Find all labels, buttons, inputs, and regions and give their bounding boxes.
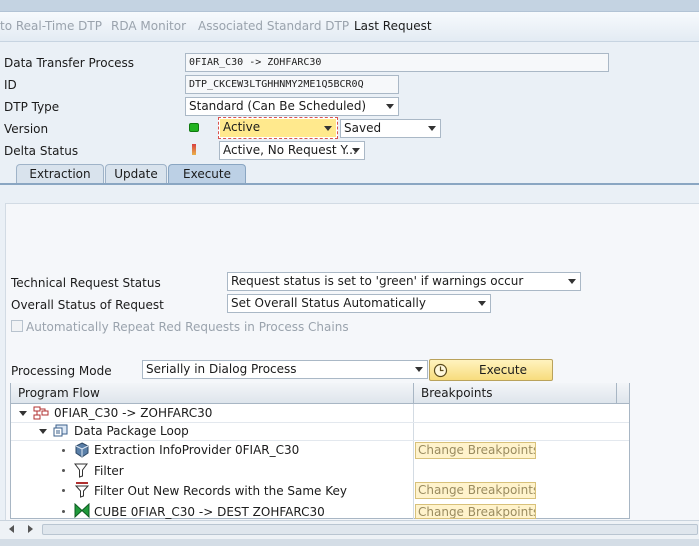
dtp-type-label: DTP Type	[4, 100, 60, 114]
tech-status-value: Request status is set to 'green' if warn…	[231, 274, 524, 288]
toolbar-associated-standard-dtp[interactable]: Associated Standard DTP	[198, 19, 349, 33]
overall-status-value: Set Overall Status Automatically	[231, 296, 426, 310]
tree-row-label: Filter Out New Records with the Same Key	[94, 484, 348, 498]
chevron-down-icon	[568, 279, 576, 284]
table-row[interactable]: Data Package Loop	[11, 423, 413, 440]
version-save-dropdown[interactable]: Saved	[340, 119, 441, 138]
toolbar-rda-monitor[interactable]: RDA Monitor	[111, 19, 186, 33]
delta-status-label: Delta Status	[4, 144, 79, 158]
processing-mode-value: Serially in Dialog Process	[146, 362, 297, 376]
scroll-right-icon[interactable]	[28, 525, 33, 533]
process-icon	[33, 406, 49, 420]
dtp-field: 0FIAR_C30 -> ZOHFARC30	[185, 53, 609, 72]
toolbar-last-request[interactable]: Last Request	[354, 19, 432, 33]
id-field: DTP_CKCEW3LTGHHNMY2ME1Q5BCR0Q	[185, 75, 399, 94]
overall-status-dropdown[interactable]: Set Overall Status Automatically	[227, 294, 491, 313]
tech-status-label: Technical Request Status	[11, 276, 161, 290]
column-header-filler	[616, 383, 629, 404]
table-row[interactable]: Filter Out New Records with the Same Key	[11, 482, 413, 500]
version-value: Active	[223, 120, 261, 134]
id-label: ID	[4, 78, 17, 92]
title-strip	[0, 0, 699, 12]
transformation-icon	[74, 503, 90, 518]
expand-arrow-icon[interactable]	[19, 411, 27, 416]
tab-execute[interactable]: Execute	[168, 164, 246, 184]
status-green-icon	[189, 123, 199, 132]
execute-button-label: Execute	[479, 363, 527, 377]
status-strip	[0, 539, 699, 546]
auto-repeat-label: Automatically Repeat Red Requests in Pro…	[26, 320, 349, 334]
tree-bullet	[62, 449, 65, 452]
tab-extraction[interactable]: Extraction	[16, 164, 104, 184]
version-dropdown[interactable]: Active	[218, 117, 338, 139]
chevron-down-icon	[386, 104, 394, 109]
chevron-down-icon	[428, 126, 436, 131]
tree-row-label: 0FIAR_C30 -> ZOHFARC30	[54, 406, 213, 420]
processing-mode-label: Processing Mode	[11, 364, 112, 378]
table-row[interactable]: Filter	[11, 462, 413, 480]
expand-arrow-icon[interactable]	[39, 429, 47, 434]
tree-row-label: Filter	[94, 464, 124, 478]
row-divider	[11, 440, 629, 441]
tech-status-dropdown[interactable]: Request status is set to 'green' if warn…	[227, 272, 581, 291]
loop-icon	[53, 424, 68, 437]
chevron-down-icon	[478, 301, 486, 306]
version-save-value: Saved	[344, 121, 382, 135]
tree-bullet	[62, 510, 65, 513]
table-row[interactable]: 0FIAR_C30 -> ZOHFARC30	[11, 405, 413, 422]
delta-indicator-icon	[192, 144, 196, 155]
version-label: Version	[4, 122, 49, 136]
table-row[interactable]: Extraction InfoProvider 0FIAR_C30	[11, 442, 413, 460]
chevron-down-icon	[415, 367, 423, 372]
tab-divider	[0, 183, 699, 185]
scrollbar-thumb[interactable]	[42, 524, 698, 535]
filter-key-icon	[74, 482, 90, 498]
table-row[interactable]: CUBE 0FIAR_C30 -> DEST ZOHFARC30	[11, 503, 413, 519]
scroll-left-icon[interactable]	[9, 525, 14, 533]
application-toolbar	[0, 12, 699, 42]
toolbar-realtime-dtp[interactable]: to Real-Time DTP	[0, 19, 102, 33]
column-header-breakpoints[interactable]: Breakpoints	[413, 383, 616, 404]
cube-icon	[75, 442, 89, 458]
filter-icon	[74, 463, 88, 478]
auto-repeat-checkbox[interactable]	[11, 320, 23, 332]
delta-status-dropdown[interactable]: Active, No Request Y...	[219, 141, 365, 160]
chevron-down-icon	[352, 148, 360, 153]
change-breakpoints-button[interactable]: Change Breakpoints	[415, 504, 536, 519]
dtp-type-dropdown[interactable]: Standard (Can Be Scheduled)	[185, 97, 399, 116]
tree-row-label: Data Package Loop	[74, 424, 189, 438]
change-breakpoints-button[interactable]: Change Breakpoints	[415, 482, 536, 499]
change-breakpoints-button[interactable]: Change Breakpoints	[415, 442, 536, 459]
execute-button[interactable]: Execute	[429, 359, 553, 381]
dtp-label: Data Transfer Process	[4, 56, 135, 70]
tree-row-label: CUBE 0FIAR_C30 -> DEST ZOHFARC30	[94, 505, 325, 519]
dtp-type-value: Standard (Can Be Scheduled)	[189, 99, 367, 113]
overall-status-label: Overall Status of Request	[11, 298, 164, 312]
tree-bullet	[62, 489, 65, 492]
processing-mode-dropdown[interactable]: Serially in Dialog Process	[142, 360, 428, 379]
tree-row-label: Extraction InfoProvider 0FIAR_C30	[94, 443, 300, 457]
tree-bullet	[62, 469, 65, 472]
chevron-down-icon	[324, 126, 332, 131]
column-header-program-flow[interactable]: Program Flow	[11, 383, 413, 404]
tab-update[interactable]: Update	[105, 164, 167, 184]
delta-status-value: Active, No Request Y...	[223, 143, 357, 157]
